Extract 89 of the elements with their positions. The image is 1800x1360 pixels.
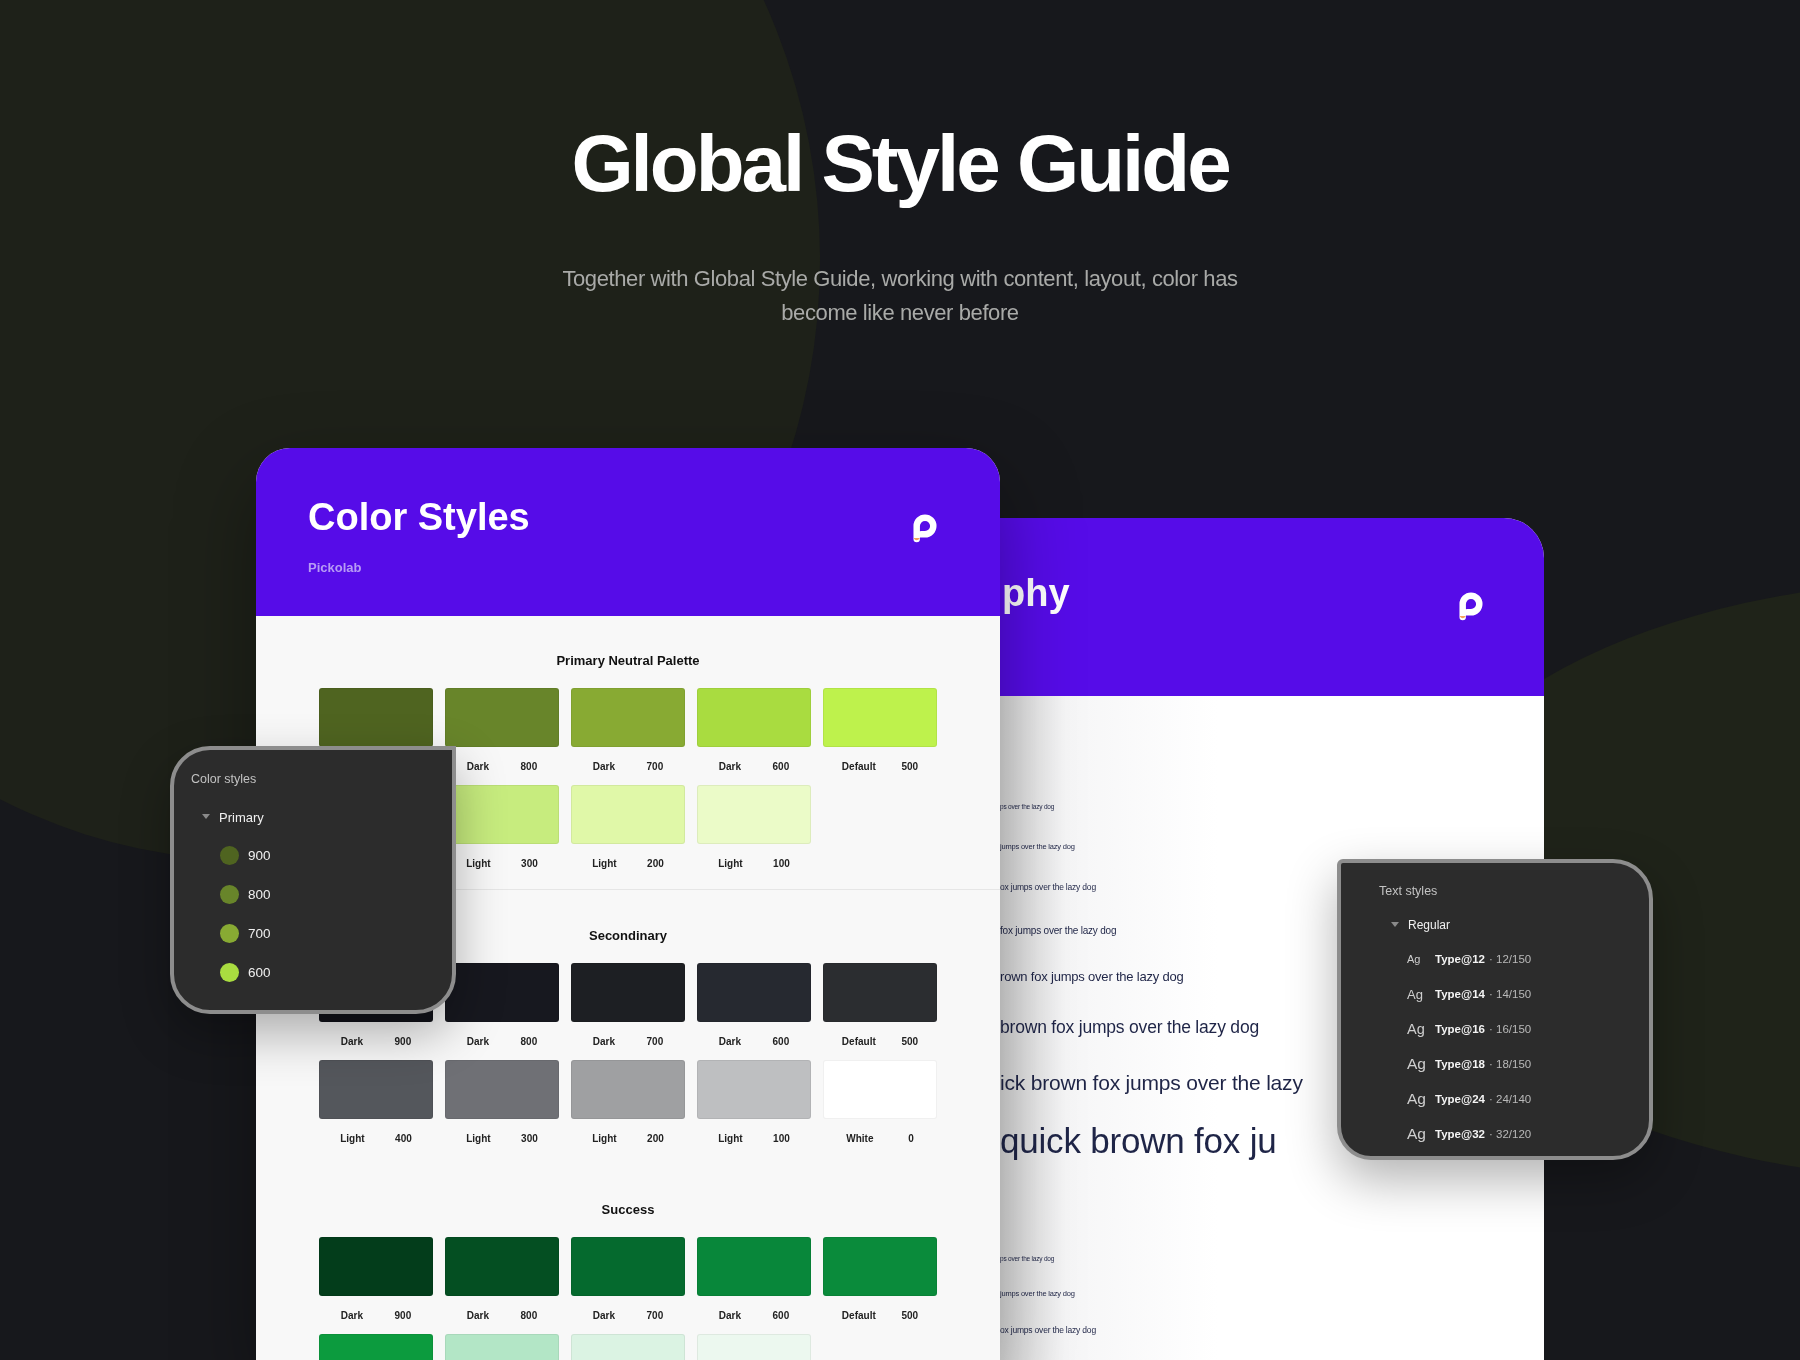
swatch-label: Light	[592, 857, 617, 871]
swatch-label: Dark	[466, 1035, 489, 1049]
caret-icon[interactable]	[202, 814, 210, 820]
card-title: Color Styles	[308, 495, 530, 540]
swatch-value: 800	[520, 760, 538, 774]
swatch-label: Default	[841, 1035, 876, 1049]
text-style-name[interactable]: Type@32	[1435, 1128, 1485, 1140]
swatch-label: Dark	[340, 1035, 363, 1049]
panel-title: Text styles	[1378, 883, 1439, 899]
swatch-label: Dark	[718, 760, 741, 774]
type-sample: brown fox jumps over the lazy dog	[1000, 1015, 1259, 1039]
logo-icon	[912, 514, 938, 543]
swatch-value: 600	[772, 760, 790, 774]
palette-heading: Secondinary	[589, 928, 667, 944]
swatch-label: Dark	[466, 760, 489, 774]
type-preview-glyph: Ag	[1407, 1021, 1426, 1037]
swatch-label: Default	[841, 1309, 876, 1323]
group-label[interactable]: Primary	[219, 809, 264, 825]
text-style-spec: · 18/150	[1489, 1058, 1532, 1070]
swatch-value: 300	[521, 857, 538, 871]
type-preview-glyph: Ag	[1407, 1055, 1427, 1073]
card-title: phy	[1002, 571, 1070, 616]
text-style-name[interactable]: Type@12	[1435, 953, 1485, 965]
text-style-spec: · 24/140	[1489, 1093, 1532, 1105]
text-style-name[interactable]: Type@14	[1435, 988, 1485, 1000]
swatch-label: Dark	[592, 1035, 615, 1049]
swatch-value: 600	[772, 1035, 790, 1049]
caret-icon[interactable]	[1391, 922, 1399, 928]
swatch-label: Dark	[592, 1309, 615, 1323]
swatch-label: Light	[466, 857, 491, 871]
swatch-value: 800	[520, 1035, 538, 1049]
color-style-item[interactable]: 800	[248, 887, 271, 902]
type-sample: fox jumps over the lazy dog	[1000, 923, 1117, 938]
swatch-value: 100	[773, 857, 790, 871]
color-style-item[interactable]: 700	[248, 926, 271, 941]
swatch-value: 700	[646, 1035, 664, 1049]
text-style-name[interactable]: Type@16	[1435, 1023, 1485, 1035]
text-style-spec: · 32/120	[1489, 1128, 1532, 1140]
type-preview-glyph: Ag	[1407, 1090, 1427, 1108]
swatch-label: Dark	[718, 1309, 741, 1323]
swatch-label: Dark	[592, 760, 615, 774]
swatch-value: 900	[394, 1309, 412, 1323]
logo-icon	[1458, 592, 1484, 621]
swatch-label: Dark	[718, 1035, 741, 1049]
swatch-label: Light	[718, 857, 743, 871]
swatch-value: 100	[773, 1132, 790, 1146]
type-sample: rown fox jumps over the lazy dog	[1000, 968, 1184, 986]
page-subtitle: Together with Global Style Guide, working with content, layout, color has become like never before	[561, 265, 1239, 327]
page-title: Global Style Guide	[571, 118, 1229, 210]
swatch-value: 900	[394, 1035, 412, 1049]
swatch-value: 800	[520, 1309, 538, 1323]
swatch-label: Light	[718, 1132, 743, 1146]
color-style-item[interactable]: 900	[248, 848, 271, 863]
swatch-label: Default	[841, 760, 876, 774]
panel-title: Color styles	[190, 771, 258, 787]
swatch-value: 600	[772, 1309, 790, 1323]
swatch-value: 500	[901, 1035, 919, 1049]
palette-heading: Primary Neutral Palette	[556, 653, 700, 669]
swatch-label: Light	[340, 1132, 365, 1146]
swatch-value: 700	[646, 760, 664, 774]
type-sample: ox jumps over the lazy dog	[1000, 1324, 1096, 1337]
swatch-label: Dark	[340, 1309, 363, 1323]
text-style-spec: · 12/150	[1489, 953, 1532, 965]
palette-heading: Success	[601, 1202, 655, 1218]
swatch-value: 300	[521, 1132, 538, 1146]
swatch-value: 0	[908, 1132, 914, 1146]
swatch-label: Light	[592, 1132, 617, 1146]
swatch-label: Light	[466, 1132, 491, 1146]
swatch-value: 200	[647, 857, 664, 871]
group-label[interactable]: Regular	[1408, 918, 1451, 932]
swatch-label: White	[846, 1132, 874, 1146]
swatch-value: 200	[647, 1132, 664, 1146]
color-style-item[interactable]: 600	[248, 965, 271, 980]
type-preview-glyph: Ag	[1407, 986, 1424, 1002]
swatch-value: 500	[901, 1309, 919, 1323]
type-sample: quick brown fox ju	[1000, 1120, 1277, 1162]
swatch-label: Dark	[466, 1309, 489, 1323]
swatch-value: 400	[395, 1132, 412, 1146]
brand-name: Pickolab	[308, 560, 363, 575]
type-preview-glyph: Ag	[1407, 1125, 1427, 1143]
type-sample: ick brown fox jumps over the lazy	[1000, 1070, 1303, 1096]
text-style-spec: · 16/150	[1489, 1023, 1532, 1035]
type-sample: ox jumps over the lazy dog	[1000, 881, 1096, 894]
type-preview-glyph: Ag	[1407, 953, 1422, 965]
swatch-value: 500	[901, 760, 919, 774]
text-style-name[interactable]: Type@24	[1435, 1093, 1485, 1105]
text-style-spec: · 14/150	[1489, 988, 1532, 1000]
swatch-value: 700	[646, 1309, 664, 1323]
text-style-name[interactable]: Type@18	[1435, 1058, 1485, 1070]
